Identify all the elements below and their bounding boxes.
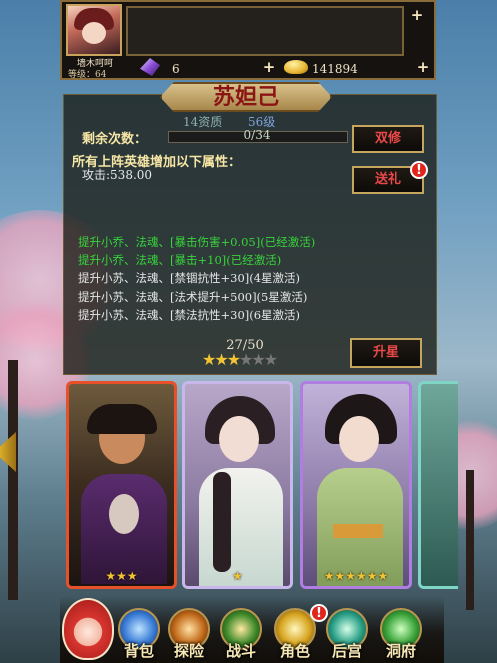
star-filled-icon: ★: [226, 350, 241, 369]
hero-card-2-stars: ★: [232, 569, 243, 583]
hero-name: 苏妲己: [212, 84, 279, 110]
gold-count: 141894: [312, 62, 358, 76]
hero-card-1[interactable]: ★★★: [66, 381, 177, 589]
nav-harem[interactable]: 后宫: [322, 640, 372, 661]
nav-cave[interactable]: 洞府: [376, 640, 426, 661]
hero-card-2[interactable]: ★: [182, 381, 293, 589]
dual-cultivate-button[interactable]: 双修: [352, 125, 424, 153]
player-level: 等级：64: [68, 70, 107, 80]
buff-line-5: 提升小苏、法魂、[禁法抗性+30](6星激活): [78, 308, 301, 322]
hero-card-3[interactable]: ★★★★★★: [300, 381, 412, 589]
remaining-count-label: 剩余次数：: [82, 132, 148, 147]
role-alert-icon: !: [310, 604, 328, 622]
hero-card-3-stars: ★★★★★★: [323, 569, 389, 583]
nav-role[interactable]: 角色: [270, 640, 320, 661]
star-empty-icon: ★: [251, 350, 265, 369]
hero-card-4-partial[interactable]: [418, 381, 458, 589]
gift-alert-icon: !: [410, 161, 428, 179]
star-empty-icon: ★: [263, 350, 278, 369]
star-filled-icon: ★: [214, 350, 228, 369]
buff-line-1: 提升小乔、法魂、[暴击伤害+0.05](已经激活): [78, 235, 316, 249]
nav-battle[interactable]: 战斗: [216, 640, 266, 661]
gold-icon: [284, 60, 308, 74]
star-rating: ★★★★★★: [202, 350, 278, 369]
add-gems-plus-icon[interactable]: +: [262, 60, 276, 75]
message-box: [126, 6, 404, 56]
remaining-count-value: 0/34: [243, 128, 271, 142]
add-gold-plus-icon[interactable]: +: [416, 60, 430, 75]
attack-stat: 攻击:538.00: [82, 168, 153, 182]
hero-card-1-stars: ★★★: [105, 569, 138, 583]
gem-count: 6: [172, 62, 180, 76]
mascot-avatar-icon[interactable]: [62, 598, 114, 660]
player-avatar[interactable]: [66, 4, 122, 56]
message-plus-icon[interactable]: +: [410, 8, 424, 23]
buff-line-2: 提升小乔、法魂、[暴击+10](已经激活): [78, 253, 282, 267]
upgrade-star-button[interactable]: 升星: [350, 338, 422, 368]
buff-line-4: 提升小苏、法魂、[法术提升+500](5星激活): [78, 290, 308, 304]
avatar-face: [82, 22, 106, 44]
star-empty-icon: ★: [239, 350, 253, 369]
buff-line-3: 提升小苏、法魂、[禁锢抗性+30](4星激活): [78, 271, 301, 285]
nav-explore[interactable]: 探险: [164, 640, 214, 661]
star-filled-icon: ★: [202, 350, 216, 369]
nav-bag[interactable]: 背包: [114, 640, 164, 661]
